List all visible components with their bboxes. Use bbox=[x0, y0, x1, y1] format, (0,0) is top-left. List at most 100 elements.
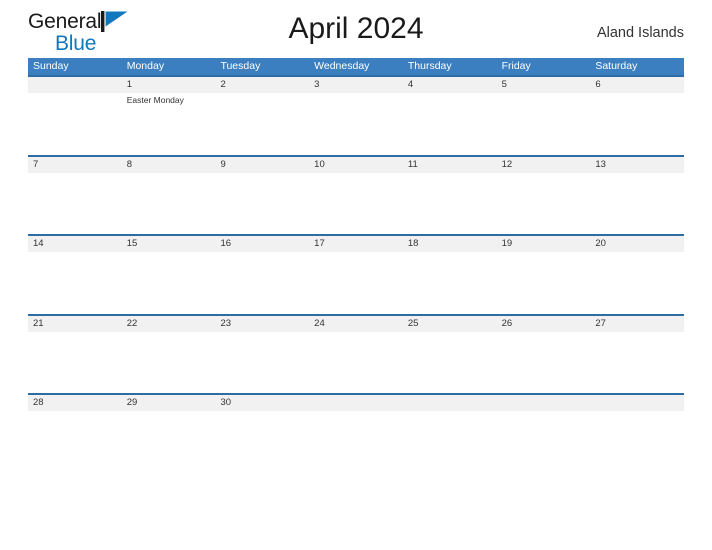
day-number[interactable]: 6 bbox=[590, 77, 684, 93]
day-number[interactable]: 27 bbox=[590, 316, 684, 332]
day-cell[interactable] bbox=[215, 332, 309, 394]
day-number[interactable]: 13 bbox=[590, 157, 684, 173]
day-cell[interactable] bbox=[497, 332, 591, 394]
day-cell[interactable] bbox=[497, 93, 591, 155]
day-number[interactable]: 3 bbox=[309, 77, 403, 93]
day-cell[interactable] bbox=[403, 173, 497, 235]
day-cell[interactable] bbox=[497, 173, 591, 235]
day-number[interactable]: 11 bbox=[403, 157, 497, 173]
day-number-band: 14 15 16 17 18 19 20 bbox=[28, 236, 684, 252]
day-cell[interactable] bbox=[590, 411, 684, 473]
day-number[interactable]: 12 bbox=[497, 157, 591, 173]
week-row: 21 22 23 24 25 26 27 bbox=[28, 313, 684, 394]
day-number[interactable]: 2 bbox=[215, 77, 309, 93]
day-cell[interactable] bbox=[403, 411, 497, 473]
day-number[interactable]: 14 bbox=[28, 236, 122, 252]
day-number[interactable]: 10 bbox=[309, 157, 403, 173]
day-number-band: 28 29 30 bbox=[28, 395, 684, 411]
day-cell[interactable] bbox=[403, 252, 497, 314]
day-cell[interactable] bbox=[309, 332, 403, 394]
day-number[interactable] bbox=[309, 395, 403, 411]
day-cell[interactable] bbox=[403, 332, 497, 394]
day-number[interactable] bbox=[28, 77, 122, 93]
day-number-band: 1 2 3 4 5 6 bbox=[28, 77, 684, 93]
day-number[interactable]: 20 bbox=[590, 236, 684, 252]
day-cell[interactable] bbox=[403, 93, 497, 155]
day-cell[interactable] bbox=[215, 252, 309, 314]
day-number[interactable]: 21 bbox=[28, 316, 122, 332]
day-number[interactable]: 30 bbox=[215, 395, 309, 411]
logo-text-blue: Blue bbox=[55, 31, 97, 55]
day-number[interactable] bbox=[590, 395, 684, 411]
day-number-band: 21 22 23 24 25 26 27 bbox=[28, 315, 684, 332]
day-cell[interactable] bbox=[215, 411, 309, 473]
weekday-header-saturday: Saturday bbox=[595, 60, 638, 72]
day-number[interactable]: 15 bbox=[122, 236, 216, 252]
weekday-header-sunday: Sunday bbox=[33, 60, 69, 72]
day-number[interactable]: 22 bbox=[122, 316, 216, 332]
logo-top-row: General bbox=[28, 9, 128, 33]
day-cell[interactable] bbox=[497, 411, 591, 473]
day-cell[interactable] bbox=[28, 411, 122, 473]
day-number[interactable]: 1 bbox=[122, 77, 216, 93]
week-row: 7 8 9 10 11 12 13 bbox=[28, 154, 684, 235]
day-events-band bbox=[28, 411, 684, 473]
day-number[interactable]: 5 bbox=[497, 77, 591, 93]
day-number[interactable] bbox=[403, 395, 497, 411]
day-number[interactable]: 7 bbox=[28, 157, 122, 173]
day-cell[interactable] bbox=[122, 173, 216, 235]
week-row: 1 2 3 4 5 6 Easter Monday bbox=[28, 75, 684, 155]
day-number[interactable]: 4 bbox=[403, 77, 497, 93]
calendar-page: General Blue April 2024 Aland Islands Su… bbox=[0, 0, 712, 550]
day-cell[interactable] bbox=[122, 332, 216, 394]
weekday-header-thursday: Thursday bbox=[407, 60, 452, 72]
day-cell[interactable] bbox=[309, 252, 403, 314]
logo-text-general: General bbox=[28, 9, 102, 33]
weekday-header-monday: Monday bbox=[126, 60, 165, 72]
day-cell[interactable] bbox=[215, 173, 309, 235]
day-cell[interactable] bbox=[28, 173, 122, 235]
day-cell[interactable] bbox=[122, 252, 216, 314]
day-number[interactable]: 8 bbox=[122, 157, 216, 173]
day-cell[interactable] bbox=[590, 93, 684, 155]
day-number[interactable]: 24 bbox=[309, 316, 403, 332]
calendar-grid: Sunday Monday Tuesday Wednesday Thursday… bbox=[28, 58, 684, 473]
day-cell[interactable] bbox=[28, 93, 122, 155]
event-label: Easter Monday bbox=[126, 95, 184, 105]
day-cell[interactable] bbox=[309, 93, 403, 155]
day-number[interactable]: 28 bbox=[28, 395, 122, 411]
day-cell[interactable] bbox=[590, 173, 684, 235]
page-header: General Blue April 2024 Aland Islands bbox=[0, 0, 712, 58]
day-cell[interactable] bbox=[28, 332, 122, 394]
week-row: 14 15 16 17 18 19 20 bbox=[28, 234, 684, 314]
blue-flag-icon bbox=[101, 10, 128, 32]
day-cell[interactable] bbox=[28, 252, 122, 314]
day-events-band: Easter Monday bbox=[28, 93, 684, 155]
day-cell[interactable] bbox=[590, 332, 684, 394]
day-number-band: 7 8 9 10 11 12 13 bbox=[28, 156, 684, 173]
day-cell[interactable] bbox=[309, 173, 403, 235]
day-cell[interactable] bbox=[309, 411, 403, 473]
day-number[interactable]: 19 bbox=[497, 236, 591, 252]
day-cell[interactable] bbox=[497, 252, 591, 314]
region-label: Aland Islands bbox=[596, 25, 684, 41]
day-events-band bbox=[28, 252, 684, 314]
day-number[interactable]: 26 bbox=[497, 316, 591, 332]
day-cell[interactable] bbox=[122, 411, 216, 473]
day-number[interactable]: 29 bbox=[122, 395, 216, 411]
day-number[interactable]: 17 bbox=[309, 236, 403, 252]
day-cell[interactable]: Easter Monday bbox=[122, 93, 216, 155]
day-number[interactable] bbox=[497, 395, 591, 411]
day-number[interactable]: 9 bbox=[215, 157, 309, 173]
weekday-header-tuesday: Tuesday bbox=[220, 60, 261, 72]
day-number[interactable]: 18 bbox=[403, 236, 497, 252]
weekday-header-row: Sunday Monday Tuesday Wednesday Thursday… bbox=[28, 58, 684, 75]
day-number[interactable]: 23 bbox=[215, 316, 309, 332]
generalblue-logo[interactable]: General Blue bbox=[28, 9, 132, 55]
weekday-header-wednesday: Wednesday bbox=[314, 60, 370, 72]
day-number[interactable]: 16 bbox=[215, 236, 309, 252]
day-events-band bbox=[28, 172, 684, 235]
day-cell[interactable] bbox=[590, 252, 684, 314]
day-number[interactable]: 25 bbox=[403, 316, 497, 332]
day-cell[interactable] bbox=[215, 93, 309, 155]
